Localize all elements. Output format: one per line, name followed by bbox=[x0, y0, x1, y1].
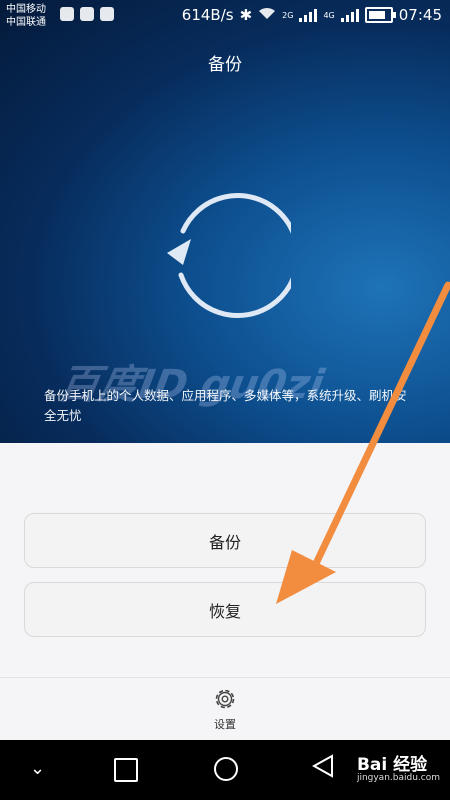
restore-button[interactable]: 恢复 bbox=[24, 582, 426, 637]
signal-4g-icon bbox=[340, 8, 359, 22]
footer-divider bbox=[0, 677, 450, 678]
bluetooth-icon: ✱ bbox=[239, 6, 253, 24]
hero-area: 中国移动 中国联通 614B/s ✱ 2G 4G 07:45 备份 百度ID g… bbox=[0, 0, 450, 443]
gear-icon bbox=[215, 689, 235, 709]
status-right: 614B/s ✱ 2G 4G 07:45 bbox=[182, 6, 442, 24]
image-notification-icon bbox=[100, 7, 114, 21]
clock: 07:45 bbox=[398, 6, 442, 24]
page-title: 备份 bbox=[208, 55, 242, 75]
backup-refresh-icon bbox=[163, 191, 301, 319]
notification-icons bbox=[60, 7, 114, 21]
backup-app-screen: 中国移动 中国联通 614B/s ✱ 2G 4G 07:45 备份 百度ID g… bbox=[0, 0, 450, 800]
backup-button[interactable]: 备份 bbox=[24, 513, 426, 568]
carrier-1: 中国移动 bbox=[6, 4, 46, 15]
shield-notification-icon bbox=[80, 7, 94, 21]
logo-url: jingyan.baidu.com bbox=[356, 773, 440, 783]
home-button[interactable] bbox=[214, 757, 238, 781]
network-4g-label: 4G bbox=[323, 10, 335, 20]
network-2g-label: 2G bbox=[282, 10, 294, 20]
carrier-2: 中国联通 bbox=[6, 17, 46, 28]
signal-2g-icon bbox=[299, 8, 318, 22]
carrier-info: 中国移动 中国联通 bbox=[6, 3, 46, 29]
network-speed: 614B/s bbox=[181, 6, 234, 24]
app-notification-icon bbox=[60, 7, 74, 21]
system-nav-bar: ⌄ Bai 经验 jingyan.baidu.com bbox=[0, 740, 450, 800]
back-button[interactable] bbox=[311, 754, 334, 782]
settings-label: 设置 bbox=[214, 718, 236, 731]
baidu-jingyan-logo: Bai 经验 jingyan.baidu.com bbox=[357, 750, 440, 783]
action-panel: 备份 恢复 设置 bbox=[0, 443, 450, 740]
wifi-icon bbox=[258, 6, 276, 24]
recents-button[interactable] bbox=[114, 758, 138, 782]
status-bar: 中国移动 中国联通 614B/s ✱ 2G 4G 07:45 bbox=[0, 0, 450, 34]
logo-text: Bai 经验 bbox=[356, 755, 428, 775]
nav-down-icon[interactable]: ⌄ bbox=[30, 758, 45, 779]
battery-icon bbox=[364, 7, 396, 23]
description-text: 备份手机上的个人数据、应用程序、多媒体等，系统升级、刷机安全无忧 bbox=[44, 388, 407, 423]
settings-button[interactable]: 设置 bbox=[195, 686, 255, 732]
